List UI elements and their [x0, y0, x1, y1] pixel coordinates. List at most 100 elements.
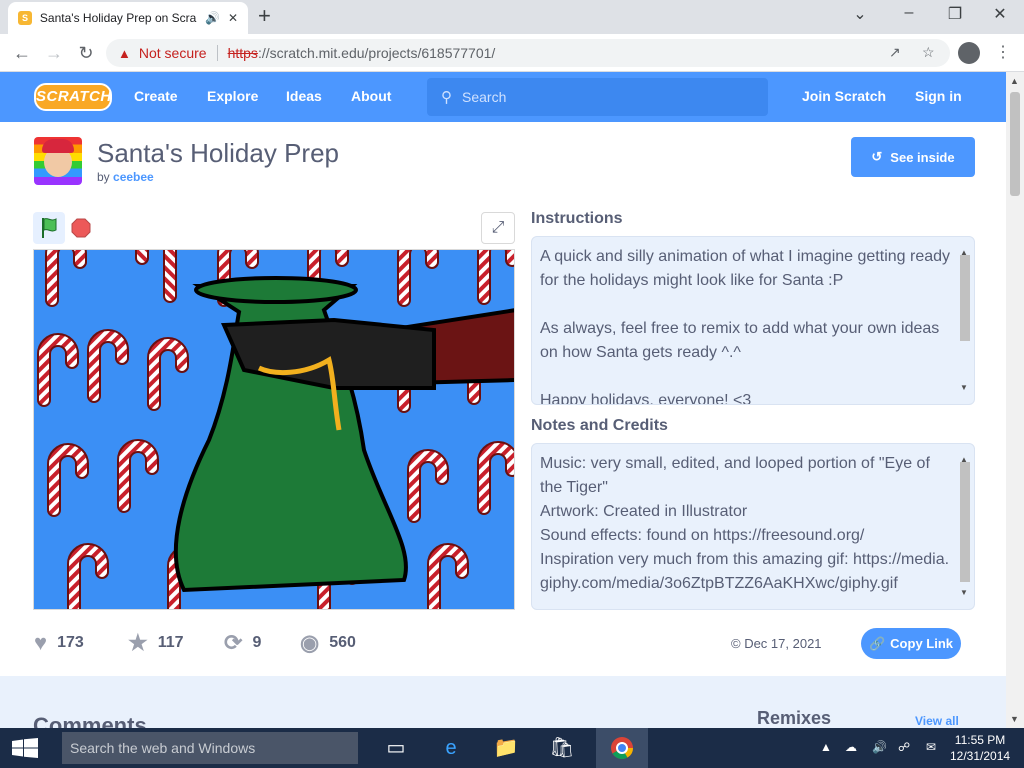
onedrive-icon[interactable]: ☁ — [845, 740, 857, 754]
scratch-logo[interactable]: SCRATCH — [34, 83, 112, 111]
taskbar-clock[interactable]: 11:55 PM 12/31/2014 — [950, 732, 1010, 764]
author-link[interactable]: ceebee — [113, 170, 154, 184]
heart-icon: ♥ — [34, 630, 48, 655]
browser-toolbar: ← → ↻ ▲ Not secure https ://scratch.mit.… — [0, 34, 1024, 72]
scroll-down-arrow-icon[interactable]: ▼ — [960, 581, 968, 605]
not-secure-label: Not secure — [138, 45, 207, 61]
nav-explore[interactable]: Explore — [207, 88, 258, 104]
project-section: Santa's Holiday Prep by ceebee ↺ See ins… — [0, 122, 1006, 676]
santa-arm — [220, 308, 514, 390]
notes-box[interactable]: Music: very small, edited, and looped po… — [531, 443, 975, 610]
back-arrow-icon[interactable]: ← — [10, 41, 34, 65]
file-explorer-icon[interactable]: 📁 — [492, 734, 520, 762]
chrome-icon — [611, 737, 633, 759]
internet-explorer-icon[interactable]: e — [437, 734, 465, 762]
scroll-down-arrow-icon[interactable]: ▼ — [1010, 714, 1019, 724]
nav-ideas[interactable]: Ideas — [286, 88, 322, 104]
new-tab-button[interactable]: + — [258, 5, 271, 27]
remix-spiral-icon: ⟳ — [224, 630, 243, 655]
notes-heading: Notes and Credits — [531, 417, 668, 434]
copy-link-button[interactable]: 🔗 Copy Link — [861, 628, 961, 659]
instructions-box[interactable]: A quick and silly animation of what I im… — [531, 236, 975, 405]
close-tab-icon[interactable]: ✕ — [228, 11, 238, 25]
chevron-down-icon[interactable]: ⌄ — [845, 4, 875, 24]
nav-create[interactable]: Create — [134, 88, 178, 104]
bookmark-star-icon[interactable]: ☆ — [922, 44, 935, 61]
scrollbar-thumb[interactable] — [960, 255, 970, 341]
instructions-paragraph: Happy holidays, everyone! <3 — [540, 392, 752, 405]
windows-taskbar: Search the web and Windows ▭ e 📁 🛍 ▲ ☁ 🔊… — [0, 728, 1024, 768]
page-scrollbar[interactable]: ▲ ▼ — [1006, 72, 1024, 728]
maximize-button[interactable]: ❐ — [940, 4, 970, 24]
project-stage[interactable] — [33, 249, 515, 610]
store-icon[interactable]: 🛍 — [548, 734, 576, 762]
speaker-icon[interactable]: 🔊 — [205, 11, 220, 25]
reload-icon[interactable]: ↻ — [74, 41, 98, 65]
search-icon: ⚲ — [441, 89, 452, 106]
browser-tab[interactable]: S Santa's Holiday Prep on Scra 🔊 ✕ — [8, 2, 248, 34]
close-window-button[interactable]: ✕ — [985, 4, 1015, 24]
scroll-down-arrow-icon[interactable]: ▼ — [960, 376, 968, 400]
love-count: 173 — [57, 634, 84, 651]
star-icon: ★ — [128, 630, 148, 655]
santa-hat-icon — [42, 139, 74, 153]
instructions-paragraph: A quick and silly animation of what I im… — [540, 248, 951, 289]
notes-line: Inspiration very much from this amazing … — [540, 551, 950, 592]
task-view-icon[interactable]: ▭ — [382, 734, 410, 762]
view-stat: ◉ 560 — [300, 630, 356, 656]
stop-button[interactable] — [71, 218, 91, 238]
author-line: by ceebee — [97, 170, 154, 184]
scrollbar-thumb[interactable] — [960, 462, 970, 582]
instructions-heading: Instructions — [531, 210, 623, 227]
more-menu-icon[interactable]: ⋮ — [995, 42, 1011, 62]
notifications-icon[interactable]: ✉ — [926, 740, 936, 754]
link-icon: 🔗 — [868, 635, 886, 651]
sign-in-link[interactable]: Sign in — [915, 88, 962, 104]
project-title: Santa's Holiday Prep — [97, 138, 339, 168]
fullscreen-icon: ⤢ — [491, 219, 505, 236]
forward-arrow-icon[interactable]: → — [42, 41, 66, 65]
nav-about[interactable]: About — [351, 88, 391, 104]
notes-line: Music: very small, edited, and looped po… — [540, 455, 930, 496]
author-avatar[interactable] — [34, 137, 82, 185]
remix-count: 9 — [252, 634, 262, 651]
share-icon[interactable]: ↗ — [889, 44, 901, 61]
notes-line: Artwork: Created in Illustrator — [540, 503, 748, 520]
omnibox-divider — [216, 45, 218, 61]
search-input[interactable] — [462, 89, 742, 105]
favorite-stat[interactable]: ★ 117 — [128, 630, 184, 656]
copy-link-label: Copy Link — [890, 636, 954, 651]
favorite-count: 117 — [157, 634, 184, 651]
scroll-up-arrow-icon[interactable]: ▲ — [1010, 76, 1019, 86]
stage-artwork — [34, 250, 514, 610]
green-flag-button[interactable] — [33, 212, 65, 244]
nav-search: ⚲ — [427, 78, 768, 116]
notes-scrollbar[interactable]: ▲ ▼ — [958, 446, 972, 607]
windows-start-icon[interactable] — [12, 738, 38, 758]
chrome-taskbar-button[interactable] — [596, 728, 648, 768]
volume-icon[interactable]: 🔊 — [872, 740, 887, 754]
remix-arrows-icon: ↺ — [871, 149, 883, 164]
scrollbar-thumb[interactable] — [1010, 92, 1020, 196]
browser-tab-bar: S Santa's Holiday Prep on Scra 🔊 ✕ + ⌄ –… — [0, 0, 1024, 34]
see-inside-button[interactable]: ↺ See inside — [851, 137, 975, 177]
minimize-button[interactable]: – — [894, 4, 924, 22]
network-icon[interactable]: ☍ — [898, 740, 910, 754]
scratch-favicon-icon: S — [18, 11, 32, 25]
eye-icon: ◉ — [300, 630, 320, 655]
love-stat[interactable]: ♥ 173 — [34, 630, 84, 656]
fullscreen-button[interactable]: ⤢ — [481, 212, 515, 244]
profile-avatar-icon[interactable] — [958, 42, 980, 64]
by-label: by — [97, 170, 110, 184]
remixes-heading: Remixes — [757, 708, 832, 728]
green-flag-icon — [42, 218, 57, 238]
instructions-paragraph: As always, feel free to remix to add wha… — [540, 320, 940, 361]
tray-chevron-icon[interactable]: ▲ — [820, 740, 832, 754]
join-scratch-link[interactable]: Join Scratch — [802, 88, 886, 104]
address-bar[interactable]: ▲ Not secure https ://scratch.mit.edu/pr… — [106, 39, 950, 67]
view-all-link[interactable]: View all — [915, 714, 959, 728]
share-date: © Dec 17, 2021 — [731, 636, 822, 651]
notes-line: Sound effects: found on https://freesoun… — [540, 527, 865, 544]
instructions-scrollbar[interactable]: ▲ ▼ — [958, 239, 972, 402]
taskbar-search[interactable]: Search the web and Windows — [62, 732, 358, 764]
